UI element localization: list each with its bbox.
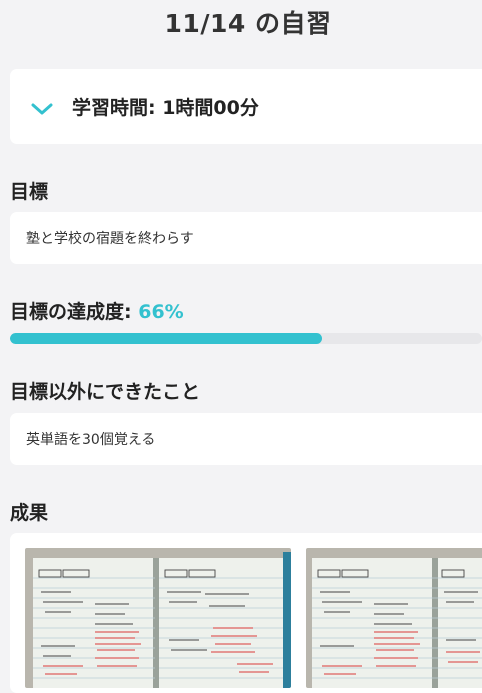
results-card <box>10 533 482 693</box>
study-time-card[interactable]: 学習時間: 1時間00分 <box>10 69 482 144</box>
goal-text: 塾と学校の宿題を終わらす <box>26 231 194 247</box>
notebook-photo-2[interactable] <box>306 548 482 688</box>
goal-card: 塾と学校の宿題を終わらす <box>10 212 482 264</box>
achievement-percent: 66% <box>138 301 184 323</box>
study-time-label: 学習時間: 1時間00分 <box>72 97 259 119</box>
other-card: 英単語を30個覚える <box>10 413 482 465</box>
page-title: 11/14 の自習 <box>164 9 332 38</box>
other-text: 英単語を30個覚える <box>26 432 156 448</box>
achievement-progress-fill <box>10 333 322 344</box>
results-heading: 成果 <box>10 502 49 524</box>
goal-heading: 目標 <box>10 181 49 203</box>
achievement-progress-bar <box>10 333 482 344</box>
other-heading: 目標以外にできたこと <box>10 381 201 403</box>
notebook-photo-1[interactable] <box>25 548 291 688</box>
chevron-down-icon[interactable] <box>30 98 54 122</box>
achievement-heading: 目標の達成度: 66% <box>10 297 184 324</box>
achievement-label: 目標の達成度: <box>10 301 139 323</box>
